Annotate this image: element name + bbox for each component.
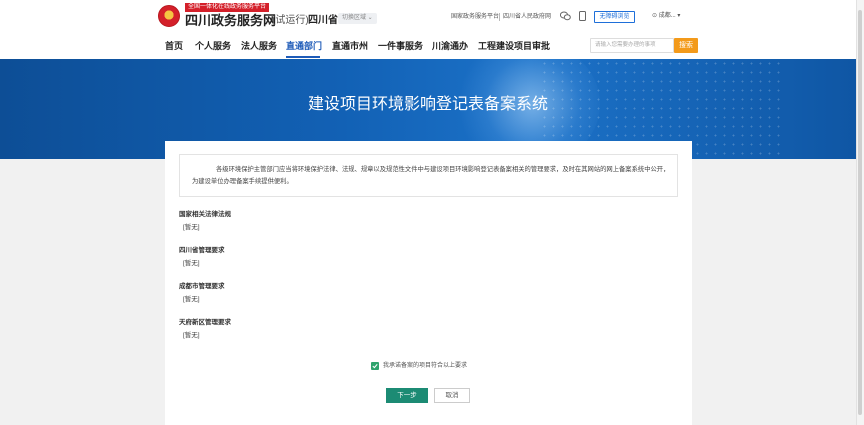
agree-checkbox[interactable] — [371, 362, 379, 370]
content-card: 各级环境保护主管部门应当将环境保护法律、法规、规章以及规范性文件中与建设项目环境… — [165, 141, 692, 425]
search-button[interactable]: 搜索 — [674, 38, 698, 53]
active-tab-indicator — [286, 56, 320, 58]
section-title-national: 国家相关法律法规 — [179, 211, 231, 218]
wechat-icon[interactable] — [560, 11, 571, 21]
section-value-city: [暂无] — [183, 296, 200, 303]
nav-chuanyu[interactable]: 川渝通办 — [432, 40, 468, 52]
nav-home[interactable]: 首页 — [165, 40, 183, 52]
agree-label[interactable]: 我承诺备案的项目符合以上要求 — [383, 362, 467, 370]
mobile-app-icon[interactable] — [579, 11, 586, 21]
national-platform-link[interactable]: 国家政务服务平台 — [451, 13, 499, 21]
nav-departments[interactable]: 直通部门 — [286, 40, 322, 52]
scrollbar-thumb[interactable] — [858, 10, 862, 415]
notice-text: 各级环境保护主管部门应当将环境保护法律、法规、规章以及规范性文件中与建设项目环境… — [192, 166, 670, 185]
site-title[interactable]: 四川政务服务网 — [185, 13, 276, 29]
city-selector[interactable]: ⊙ 成都... ▾ — [652, 12, 680, 20]
nav-cities[interactable]: 直通市州 — [332, 40, 368, 52]
city-label: 成都... ▾ — [658, 13, 681, 19]
province-label: 四川省 — [308, 15, 338, 26]
trial-label: (试运行) — [272, 15, 309, 26]
location-icon: ⊙ — [652, 13, 659, 19]
top-header: 全国一体化在线政务服务平台 四川政务服务网 (试运行) 四川省 切换区域 ⌄ 国… — [0, 0, 856, 34]
notice-box: 各级环境保护主管部门应当将环境保护法律、法规、规章以及规范性文件中与建设项目环境… — [179, 154, 678, 197]
divider — [499, 13, 500, 21]
banner-title: 建设项目环境影响登记表备案系统 — [307, 96, 548, 113]
region-switch-button[interactable]: 切换区域 ⌄ — [338, 13, 377, 24]
section-value-national: [暂无] — [183, 224, 200, 231]
nav-personal[interactable]: 个人服务 — [195, 40, 231, 52]
sichuan-gov-link[interactable]: 四川省人民政府网 — [503, 13, 551, 21]
main-nav: 首页 个人服务 法人服务 直通部门 直通市州 一件事服务 川渝通办 工程建设项目… — [0, 34, 856, 59]
section-title-province: 四川省管理要求 — [179, 247, 225, 254]
section-title-city: 成都市管理要求 — [179, 283, 225, 290]
national-emblem-icon[interactable] — [158, 5, 180, 27]
section-value-province: [暂无] — [183, 260, 200, 267]
cancel-button[interactable]: 取消 — [434, 388, 470, 403]
nav-construction-approval[interactable]: 工程建设项目审批 — [478, 40, 550, 52]
accessibility-button[interactable]: 无障碍浏览 — [594, 11, 635, 23]
checkmark-icon — [372, 363, 378, 369]
section-title-district: 天府新区管理要求 — [179, 319, 231, 326]
nav-one-thing[interactable]: 一件事服务 — [378, 40, 423, 52]
next-button[interactable]: 下一步 — [386, 388, 428, 403]
section-value-district: [暂无] — [183, 332, 200, 339]
logo-tagline: 全国一体化在线政务服务平台 — [185, 3, 270, 12]
search-input[interactable]: 请输入您需要办理的事项 — [590, 38, 674, 53]
nav-legal-entity[interactable]: 法人服务 — [241, 40, 277, 52]
